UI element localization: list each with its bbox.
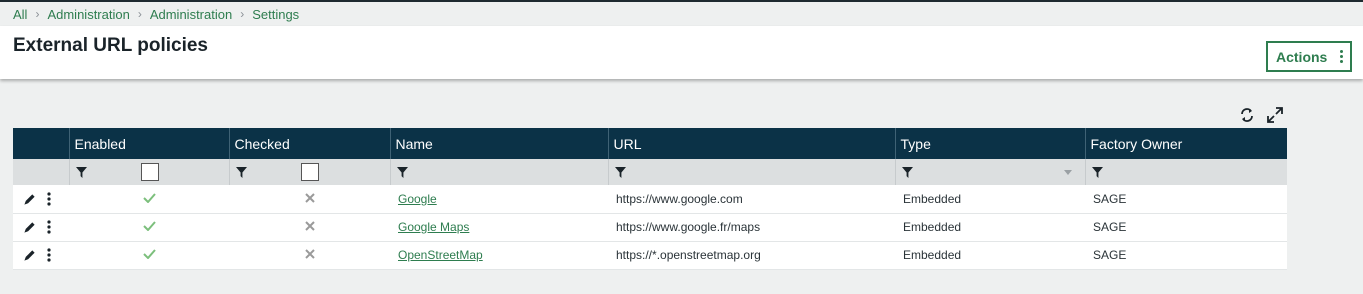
owner-cell: SAGE <box>1085 241 1287 270</box>
checked-cell <box>229 213 390 242</box>
table-row: OpenStreetMap https://*.openstreetmap.or… <box>13 241 1287 270</box>
edit-pencil-icon[interactable] <box>23 221 36 234</box>
page-header: External URL policies Actions <box>0 26 1363 79</box>
check-icon <box>142 193 156 204</box>
type-cell: Embedded <box>895 241 1085 270</box>
more-vertical-icon[interactable] <box>47 220 51 235</box>
filter-cell-enabled <box>68 159 229 185</box>
name-cell: OpenStreetMap <box>390 241 608 270</box>
filter-row <box>13 159 1287 185</box>
owner-cell: SAGE <box>1085 185 1287 214</box>
filter-cell-name <box>389 159 608 185</box>
name-cell: Google Maps <box>390 213 608 242</box>
table-row: Google Maps https://www.google.fr/maps E… <box>13 213 1287 242</box>
name-cell: Google <box>390 185 608 214</box>
check-icon <box>142 249 156 260</box>
expand-icon[interactable] <box>1267 107 1283 123</box>
filter-cell-checked <box>228 159 390 185</box>
enabled-cell <box>69 241 229 270</box>
column-header-enabled[interactable]: Enabled <box>68 128 229 159</box>
column-header-type[interactable]: Type <box>894 128 1085 159</box>
column-header-checked[interactable]: Checked <box>228 128 390 159</box>
owner-cell: SAGE <box>1085 213 1287 242</box>
row-actions <box>13 185 69 214</box>
filter-icon[interactable] <box>901 167 913 179</box>
checked-cell <box>229 185 390 214</box>
url-cell: https://www.google.com <box>608 185 895 214</box>
cross-icon <box>304 249 315 259</box>
more-vertical-icon <box>1340 50 1343 65</box>
type-cell: Embedded <box>895 213 1085 242</box>
row-actions <box>13 241 69 270</box>
breadcrumb-all[interactable]: All <box>13 7 27 22</box>
name-link[interactable]: Google <box>398 192 437 206</box>
enabled-filter-checkbox[interactable] <box>140 163 159 181</box>
column-header-name[interactable]: Name <box>389 128 608 159</box>
filter-cell-empty <box>13 159 69 185</box>
enabled-cell <box>69 185 229 214</box>
chevron-down-icon[interactable] <box>1063 170 1072 175</box>
check-icon <box>142 221 156 232</box>
column-header-factory-owner[interactable]: Factory Owner <box>1084 128 1287 159</box>
breadcrumb-administration-2[interactable]: Administration <box>150 7 232 22</box>
type-cell: Embedded <box>895 185 1085 214</box>
checked-cell <box>229 241 390 270</box>
filter-cell-type <box>894 159 1085 185</box>
filter-icon[interactable] <box>75 167 87 179</box>
filter-icon[interactable] <box>614 167 626 179</box>
enabled-cell <box>69 213 229 242</box>
checked-filter-checkbox[interactable] <box>300 163 319 181</box>
breadcrumb: All › Administration › Administration › … <box>13 6 299 22</box>
edit-pencil-icon[interactable] <box>23 193 36 206</box>
filter-icon[interactable] <box>235 167 247 179</box>
url-policies-grid: Enabled Checked Name URL Type Factory Ow… <box>13 128 1287 270</box>
table-row: Google https://www.google.com Embedded S… <box>13 185 1287 214</box>
url-cell: https://*.openstreetmap.org <box>608 241 895 270</box>
cross-icon <box>304 221 315 231</box>
name-link[interactable]: Google Maps <box>398 220 469 234</box>
refresh-icon[interactable] <box>1239 107 1255 123</box>
breadcrumb-administration[interactable]: Administration <box>47 7 129 22</box>
edit-pencil-icon[interactable] <box>23 249 36 262</box>
actions-label: Actions <box>1276 48 1328 65</box>
more-vertical-icon[interactable] <box>47 192 51 206</box>
column-header-url[interactable]: URL <box>607 128 895 159</box>
grid-header-row: Enabled Checked Name URL Type Factory Ow… <box>13 128 1287 159</box>
filter-icon[interactable] <box>396 167 408 179</box>
chevron-right-icon: › <box>35 7 40 21</box>
filter-icon[interactable] <box>1091 167 1103 179</box>
chevron-right-icon: › <box>240 7 245 21</box>
row-actions <box>13 213 69 242</box>
chevron-right-icon: › <box>137 7 142 21</box>
url-cell: https://www.google.fr/maps <box>608 213 895 242</box>
actions-button[interactable]: Actions <box>1266 41 1352 72</box>
name-link[interactable]: OpenStreetMap <box>398 248 483 262</box>
more-vertical-icon[interactable] <box>47 248 51 263</box>
page-title: External URL policies <box>13 35 208 56</box>
breadcrumb-settings[interactable]: Settings <box>252 7 299 22</box>
filter-cell-factory-owner <box>1084 159 1287 185</box>
filter-cell-url <box>607 159 895 185</box>
cross-icon <box>304 193 315 203</box>
column-header-actions <box>13 128 69 159</box>
top-border <box>0 0 1363 2</box>
